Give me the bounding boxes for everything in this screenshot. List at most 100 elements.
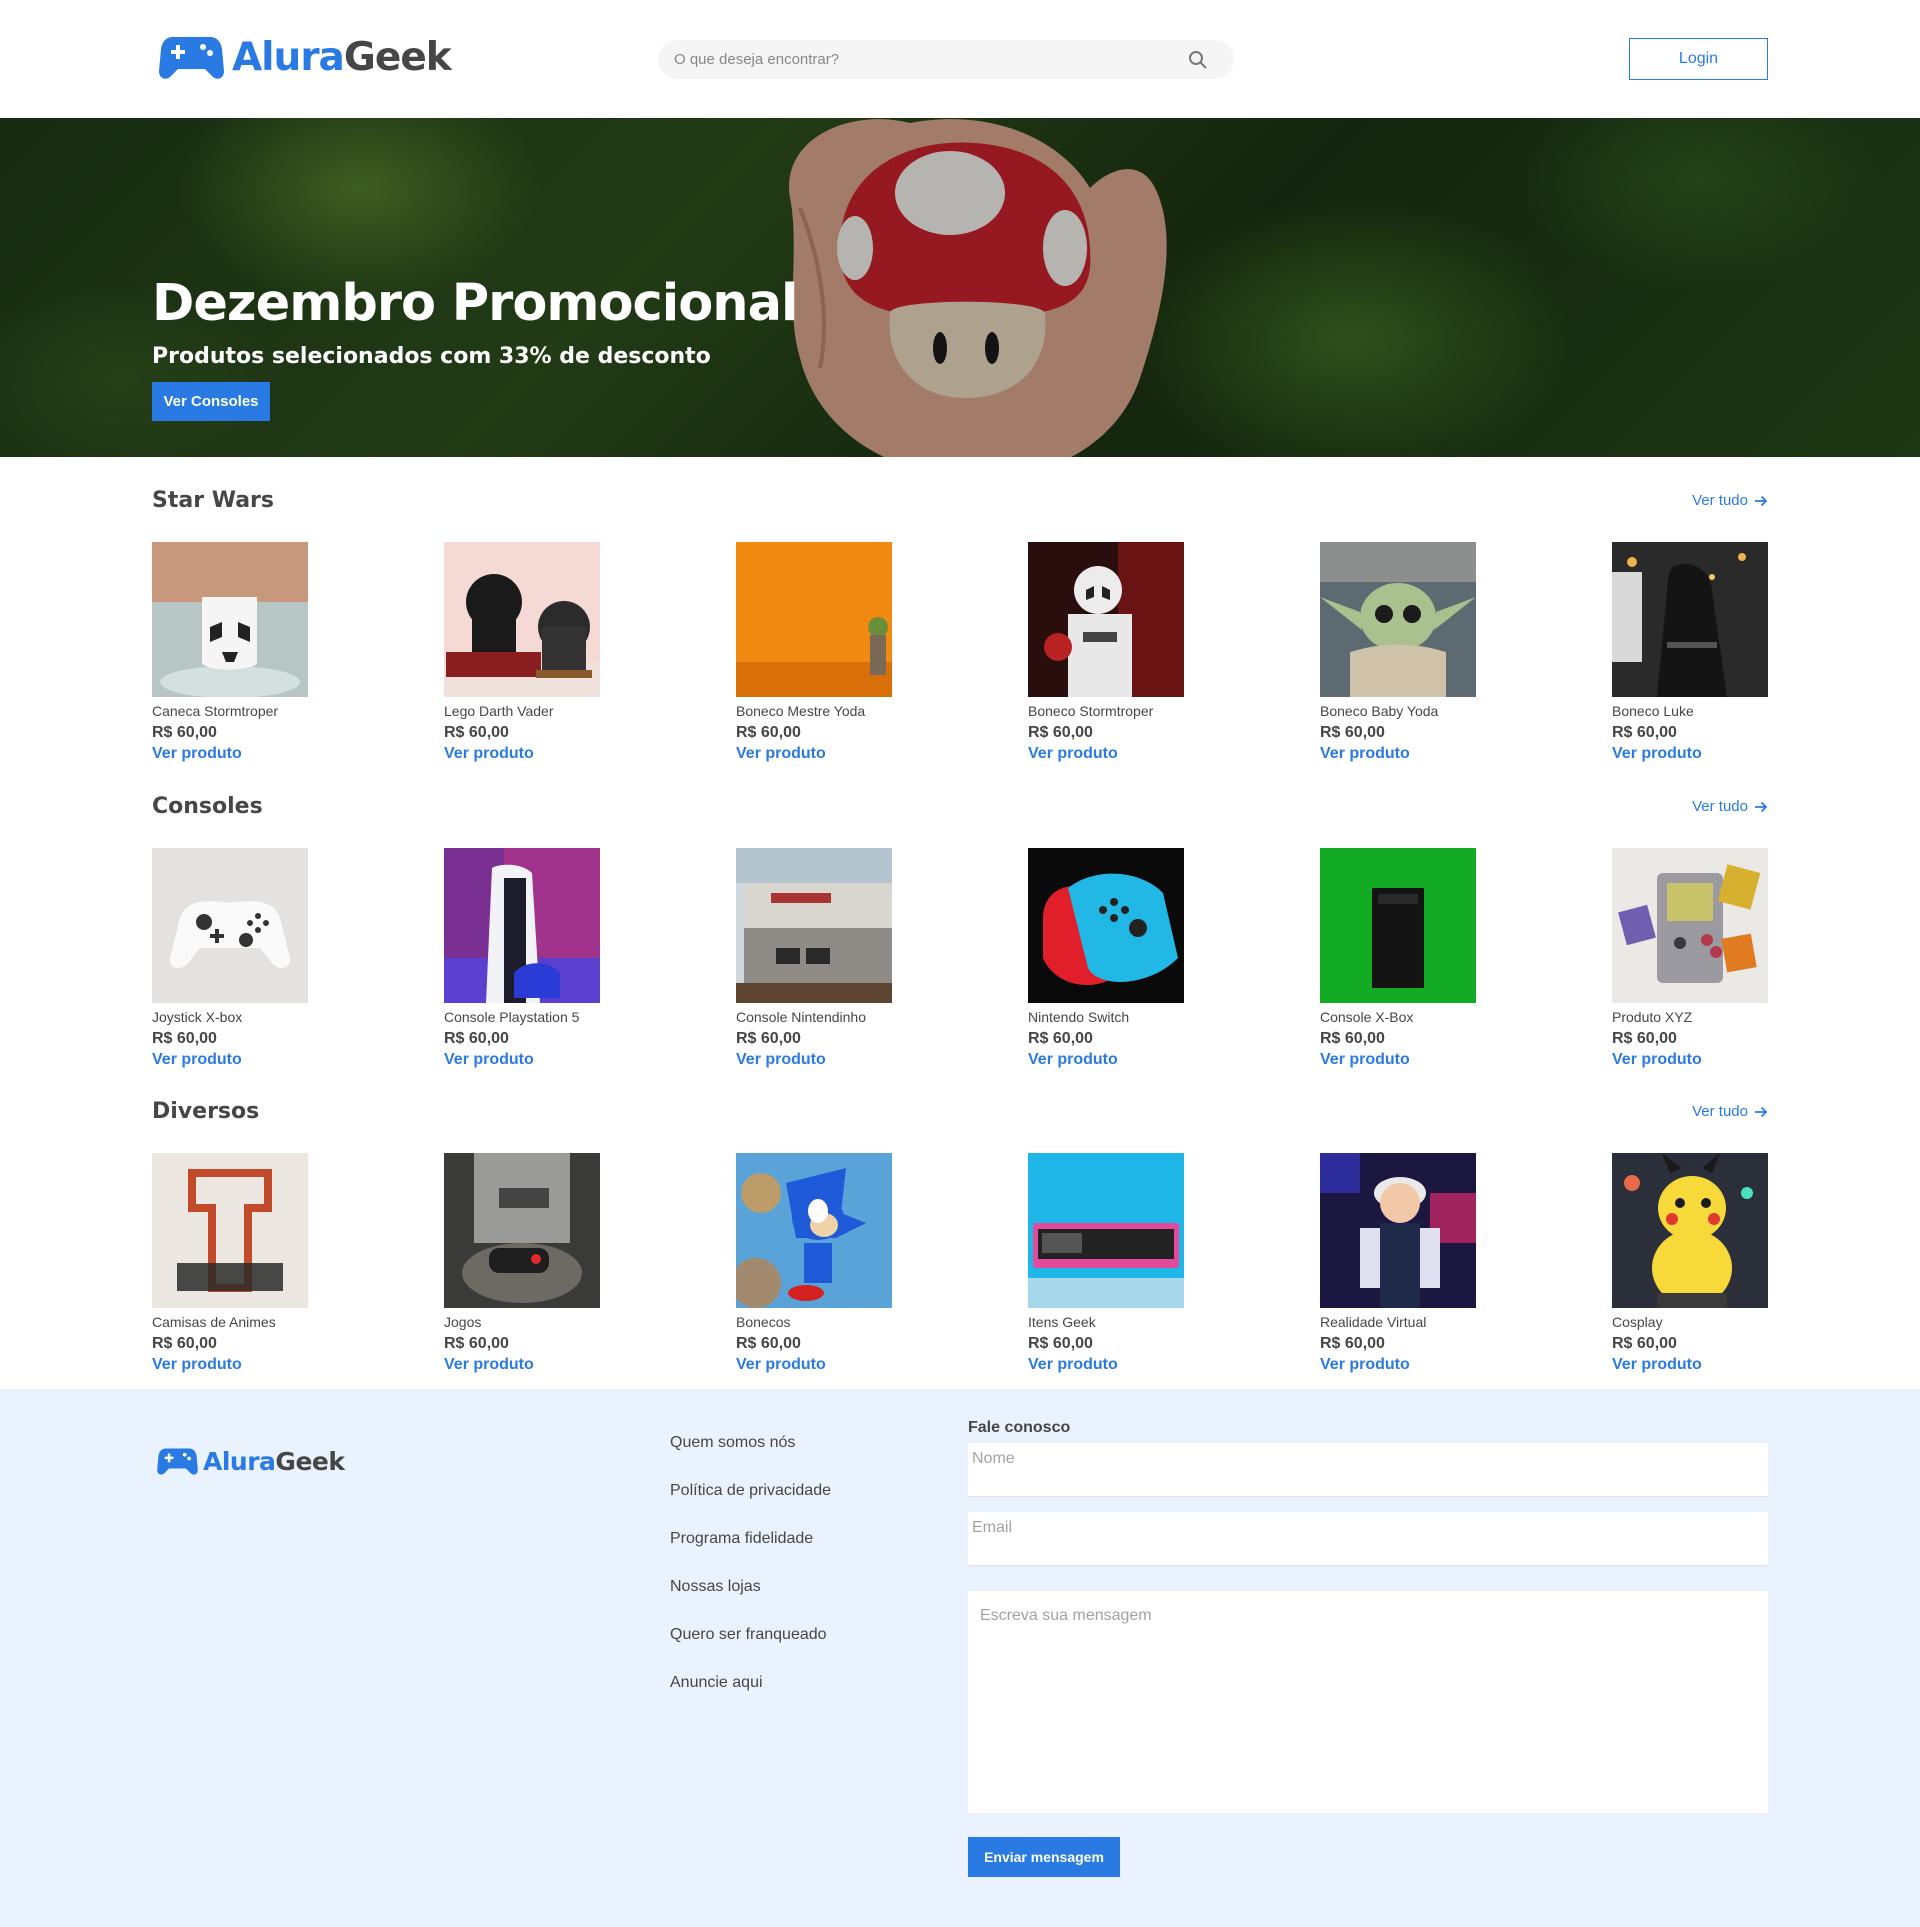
product-grid: Caneca Stormtroper R$ 60,00 Ver produto Leg…: [152, 542, 1768, 782]
product-image[interactable]: [1028, 542, 1184, 697]
view-product-link[interactable]: Ver produto: [1612, 745, 1772, 763]
footer-link-privacy[interactable]: Política de privacidade: [670, 1482, 831, 1499]
product-name: Joystick X-box: [152, 1009, 243, 1025]
name-field[interactable]: [968, 1443, 1768, 1497]
view-product-link[interactable]: Ver produto: [1320, 1356, 1480, 1374]
product-card[interactable]: Console Playstation 5 R$ 60,00 Ver produto: [444, 848, 604, 1069]
footer-link-stores[interactable]: Nossas lojas: [670, 1578, 761, 1595]
login-button[interactable]: Login: [1629, 38, 1768, 80]
view-product-link[interactable]: Ver produto: [1612, 1356, 1772, 1374]
see-consoles-button[interactable]: Ver Consoles: [152, 382, 270, 421]
view-product-link[interactable]: Ver produto: [152, 1051, 312, 1069]
email-field[interactable]: [968, 1512, 1768, 1566]
product-image[interactable]: [736, 1153, 892, 1308]
product-image[interactable]: [736, 848, 892, 1003]
view-product-link[interactable]: Ver produto: [1612, 1051, 1772, 1069]
footer-link-item: Quero ser franqueado: [670, 1626, 831, 1674]
footer-logo[interactable]: AluraGeek: [157, 1446, 345, 1476]
view-product-link[interactable]: Ver produto: [444, 1051, 604, 1069]
product-price: R$ 60,00: [1612, 724, 1677, 741]
product-price: R$ 60,00: [444, 724, 509, 741]
product-name: Boneco Baby Yoda: [1320, 703, 1439, 719]
product-card[interactable]: Produto XYZ R$ 60,00 Ver produto: [1612, 848, 1772, 1069]
view-product-link[interactable]: Ver produto: [1028, 745, 1188, 763]
product-image[interactable]: [152, 1153, 308, 1308]
product-price: R$ 60,00: [1320, 724, 1385, 741]
footer-link-item: Anuncie aqui: [670, 1674, 831, 1722]
view-product-link[interactable]: Ver produto: [152, 745, 312, 763]
product-card[interactable]: Realidade Virtual R$ 60,00 Ver produto: [1320, 1153, 1480, 1374]
view-product-link[interactable]: Ver produto: [1320, 1051, 1480, 1069]
product-card[interactable]: Cosplay R$ 60,00 Ver produto: [1612, 1153, 1772, 1374]
site-logo[interactable]: AluraGeek: [159, 33, 452, 81]
product-image[interactable]: [1612, 1153, 1768, 1308]
logo-wordmark: AluraGeek: [203, 1446, 345, 1476]
product-card[interactable]: Joystick X-box R$ 60,00 Ver produto: [152, 848, 312, 1069]
product-grid: Joystick X-box R$ 60,00 Ver produto Console…: [152, 848, 1768, 1088]
footer-link-item: Quem somos nós: [670, 1434, 831, 1482]
product-card[interactable]: Console Nintendinho R$ 60,00 Ver produto: [736, 848, 896, 1069]
product-price: R$ 60,00: [444, 1335, 509, 1352]
product-image[interactable]: [736, 542, 892, 697]
product-image[interactable]: [444, 542, 600, 697]
product-name: Console Playstation 5: [444, 1009, 580, 1025]
product-name: Boneco Mestre Yoda: [736, 703, 866, 719]
footer-link-advertise[interactable]: Anuncie aqui: [670, 1674, 763, 1691]
product-image[interactable]: [152, 542, 308, 697]
product-image[interactable]: [1320, 1153, 1476, 1308]
message-field[interactable]: [968, 1591, 1768, 1813]
section-title: Star Wars: [152, 488, 274, 513]
product-card[interactable]: Nintendo Switch R$ 60,00 Ver produto: [1028, 848, 1188, 1069]
view-product-link[interactable]: Ver produto: [736, 745, 896, 763]
product-card[interactable]: Jogos R$ 60,00 Ver produto: [444, 1153, 604, 1374]
product-image[interactable]: [444, 848, 600, 1003]
product-name: Caneca Stormtroper: [152, 703, 279, 719]
view-product-link[interactable]: Ver produto: [444, 1356, 604, 1374]
product-image[interactable]: [1320, 542, 1476, 697]
search-input[interactable]: [674, 40, 1174, 79]
footer-link-franchise[interactable]: Quero ser franqueado: [670, 1626, 827, 1643]
product-image[interactable]: [1028, 848, 1184, 1003]
see-all-label: Ver tudo: [1692, 798, 1748, 815]
see-all-link[interactable]: Ver tudo: [1692, 798, 1768, 815]
product-card[interactable]: Boneco Mestre Yoda R$ 60,00 Ver produto: [736, 542, 896, 763]
product-card[interactable]: Camisas de Animes R$ 60,00 Ver produto: [152, 1153, 312, 1374]
view-product-link[interactable]: Ver produto: [1028, 1356, 1188, 1374]
product-card[interactable]: Boneco Luke R$ 60,00 Ver produto: [1612, 542, 1772, 763]
product-image[interactable]: [444, 1153, 600, 1308]
product-price: R$ 60,00: [1320, 1335, 1385, 1352]
product-card[interactable]: Bonecos R$ 60,00 Ver produto: [736, 1153, 896, 1374]
product-image[interactable]: [1320, 848, 1476, 1003]
product-name: Nintendo Switch: [1028, 1009, 1130, 1025]
product-name: Console X-Box: [1320, 1009, 1414, 1025]
view-product-link[interactable]: Ver produto: [736, 1356, 896, 1374]
product-card[interactable]: Boneco Stormtroper R$ 60,00 Ver produto: [1028, 542, 1188, 763]
product-image[interactable]: [152, 848, 308, 1003]
view-product-link[interactable]: Ver produto: [1028, 1051, 1188, 1069]
view-product-link[interactable]: Ver produto: [444, 745, 604, 763]
product-card[interactable]: Console X-Box R$ 60,00 Ver produto: [1320, 848, 1480, 1069]
search-icon[interactable]: [1188, 50, 1208, 70]
send-message-button[interactable]: Enviar mensagem: [968, 1837, 1120, 1877]
product-card[interactable]: Lego Darth Vader R$ 60,00 Ver produto: [444, 542, 604, 763]
product-image[interactable]: [1612, 542, 1768, 697]
product-card[interactable]: Itens Geek R$ 60,00 Ver produto: [1028, 1153, 1188, 1374]
product-image[interactable]: [1028, 1153, 1184, 1308]
product-name: Produto XYZ: [1612, 1009, 1693, 1025]
footer-link-loyalty[interactable]: Programa fidelidade: [670, 1530, 813, 1547]
view-product-link[interactable]: Ver produto: [152, 1356, 312, 1374]
view-product-link[interactable]: Ver produto: [1320, 745, 1480, 763]
see-all-link[interactable]: Ver tudo: [1692, 492, 1768, 509]
see-all-label: Ver tudo: [1692, 1103, 1748, 1120]
gamepad-icon: [159, 37, 224, 79]
footer-link-about[interactable]: Quem somos nós: [670, 1434, 795, 1451]
product-name: Bonecos: [736, 1314, 791, 1330]
product-price: R$ 60,00: [152, 724, 217, 741]
product-price: R$ 60,00: [444, 1030, 509, 1047]
product-card[interactable]: Caneca Stormtroper R$ 60,00 Ver produto: [152, 542, 312, 763]
contact-title: Fale conosco: [968, 1419, 1071, 1436]
see-all-link[interactable]: Ver tudo: [1692, 1103, 1768, 1120]
product-image[interactable]: [1612, 848, 1768, 1003]
product-card[interactable]: Boneco Baby Yoda R$ 60,00 Ver produto: [1320, 542, 1480, 763]
view-product-link[interactable]: Ver produto: [736, 1051, 896, 1069]
